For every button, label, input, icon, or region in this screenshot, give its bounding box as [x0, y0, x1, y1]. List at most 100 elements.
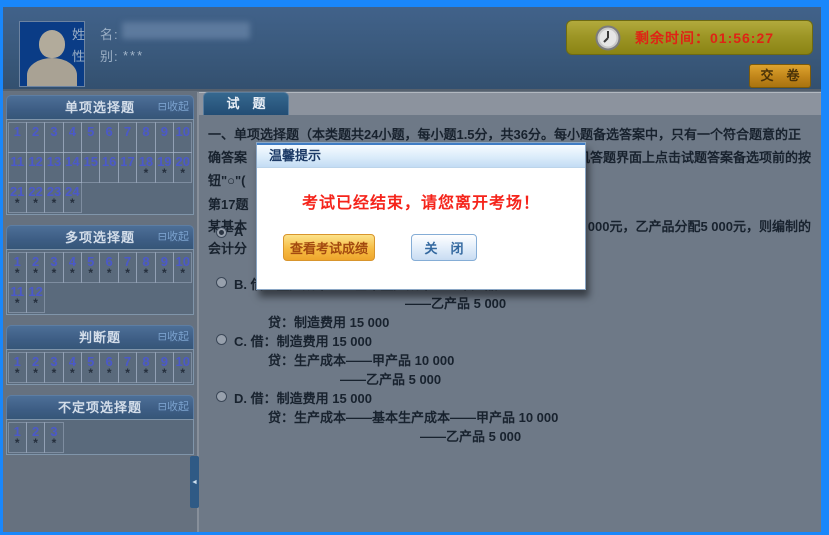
view-score-button[interactable]: 查看考试成绩 [283, 234, 375, 261]
question-nav-cell[interactable]: 13 [44, 152, 63, 183]
option-line: 贷：生产成本——基本生产成本——甲产品 10 000 [268, 407, 558, 426]
question-nav-cell[interactable]: 1* [8, 352, 27, 383]
question-nav-cell[interactable]: 20* [173, 152, 192, 183]
question-nav-cell[interactable]: 1 [8, 122, 27, 153]
question-nav-cell[interactable]: 3* [44, 352, 63, 383]
option-label-A[interactable]: A [234, 224, 243, 239]
question-nav-cell[interactable]: 10* [173, 352, 192, 383]
question-nav-cell[interactable]: 22* [26, 182, 45, 213]
question-nav-cell[interactable]: 5 [81, 122, 100, 153]
timer-value: 01:56:27 [710, 30, 774, 46]
question-number: 15 [82, 154, 99, 169]
question-nav-cell[interactable]: 24* [63, 182, 82, 213]
option-line: 贷：生产成本——甲产品 10 000 [268, 350, 454, 369]
unanswered-marker: * [119, 369, 136, 378]
option-radio-A[interactable] [216, 227, 227, 238]
question-nav-cell[interactable]: 2 [26, 122, 45, 153]
panel-body: 12345678910 1112131415161718*19*20* 21*22*… [6, 119, 194, 215]
sidebar-collapse-handle[interactable]: ◄ [190, 456, 199, 508]
option-radio-D[interactable] [216, 391, 227, 402]
question-nav-cell[interactable]: 5* [81, 252, 100, 283]
question-nav-cell[interactable]: 9* [155, 352, 174, 383]
collapse-button[interactable]: ⊟收起 [158, 100, 189, 115]
unanswered-marker: * [9, 369, 26, 378]
option-radio-C[interactable] [216, 334, 227, 345]
question-nav-cell[interactable]: 3* [44, 422, 63, 453]
question-nav-cell[interactable]: 8* [136, 352, 155, 383]
question-number: 7 [119, 124, 136, 139]
unanswered-marker: * [45, 199, 62, 208]
option-label-D[interactable]: D. 借：制造费用 15 000 [234, 388, 372, 407]
gender-label: 性 别: [72, 46, 119, 65]
question-nav-cell[interactable]: 9* [155, 252, 174, 283]
panel-单项选择题: 单项选择题⊟收起123456789101112131415161718*19*2… [6, 95, 194, 215]
question-nav-cell[interactable]: 1* [8, 252, 27, 283]
unanswered-marker: * [156, 269, 173, 278]
question-nav-cell[interactable]: 7* [118, 352, 137, 383]
header: 姓 名: 性 别: *** 剩余时间：01:56:27 交 卷 [3, 7, 821, 91]
question-nav-cell[interactable]: 2* [26, 422, 45, 453]
question-nav-cell[interactable]: 6 [99, 122, 118, 153]
option-label-C[interactable]: C. 借：制造费用 15 000 [234, 331, 372, 350]
unanswered-marker: * [9, 439, 26, 448]
unanswered-marker: * [137, 269, 154, 278]
question-number: 6 [100, 124, 117, 139]
tab-exam-paper[interactable]: 试 题 [203, 92, 289, 115]
question-nav-cell[interactable]: 10 [173, 122, 192, 153]
unanswered-marker: * [9, 199, 26, 208]
unanswered-marker: * [64, 269, 81, 278]
unanswered-marker: * [27, 269, 44, 278]
question-nav-cell[interactable]: 11* [8, 282, 27, 313]
option-line: 贷：制造费用 15 000 [268, 312, 389, 331]
question-nav-cell[interactable]: 14 [63, 152, 82, 183]
question-nav-cell[interactable]: 1* [8, 422, 27, 453]
question-nav-cell[interactable]: 5* [81, 352, 100, 383]
question-nav-cell[interactable]: 4* [63, 252, 82, 283]
question-nav-cell[interactable]: 8* [136, 252, 155, 283]
question-nav-cell[interactable]: 9 [155, 122, 174, 153]
unanswered-marker: * [174, 369, 191, 378]
question-nav-cell[interactable]: 21* [8, 182, 27, 213]
panel-判断题: 判断题⊟收起 1*2*3*4*5*6*7*8*9*10* [6, 325, 194, 385]
question-line3: 钮"○"( [208, 170, 246, 189]
question-nav-cell[interactable]: 10* [173, 252, 192, 283]
question-nav-cell[interactable]: 7 [118, 122, 137, 153]
close-dialog-button[interactable]: 关 闭 [411, 234, 477, 261]
question-nav-cell[interactable]: 6* [99, 252, 118, 283]
question-nav-cell[interactable]: 6* [99, 352, 118, 383]
avatar-head [39, 30, 65, 58]
remaining-time-badge: 剩余时间：01:56:27 [566, 20, 813, 55]
question-nav-cell[interactable]: 2* [26, 352, 45, 383]
question-nav-cell[interactable]: 15 [81, 152, 100, 183]
question-nav-cell[interactable]: 8 [136, 122, 155, 153]
question-nav-cell[interactable]: 11 [8, 152, 27, 183]
panel-header: 判断题⊟收起 [6, 325, 194, 349]
option-radio-B[interactable] [216, 277, 227, 288]
submit-paper-button[interactable]: 交 卷 [749, 64, 811, 88]
collapse-button[interactable]: ⊟收起 [158, 330, 189, 345]
question-line2-left: 确答案 [208, 147, 247, 166]
collapse-button[interactable]: ⊟收起 [158, 230, 189, 245]
unanswered-marker: * [137, 369, 154, 378]
question-nav-cell[interactable]: 3* [44, 252, 63, 283]
collapse-button[interactable]: ⊟收起 [158, 400, 189, 415]
question-nav-cell[interactable]: 2* [26, 252, 45, 283]
question-nav-cell[interactable]: 4* [63, 352, 82, 383]
question-number: 16 [100, 154, 117, 169]
unanswered-marker: * [174, 269, 191, 278]
question-nav-cell[interactable]: 3 [44, 122, 63, 153]
question-number: 2 [27, 124, 44, 139]
question-nav-cell[interactable]: 17 [118, 152, 137, 183]
unanswered-marker: * [27, 369, 44, 378]
question-nav-cell[interactable]: 19* [155, 152, 174, 183]
question-nav-cell[interactable]: 18* [136, 152, 155, 183]
question-nav-cell[interactable]: 4 [63, 122, 82, 153]
question-nav-cell[interactable]: 7* [118, 252, 137, 283]
question-nav-cell[interactable]: 12 [26, 152, 45, 183]
question-nav-cell[interactable]: 12* [26, 282, 45, 313]
unanswered-marker: * [156, 169, 173, 178]
question-number: 3 [45, 124, 62, 139]
question-nav-cell[interactable]: 23* [44, 182, 63, 213]
question-nav-cell[interactable]: 16 [99, 152, 118, 183]
question-number: 12 [27, 154, 44, 169]
